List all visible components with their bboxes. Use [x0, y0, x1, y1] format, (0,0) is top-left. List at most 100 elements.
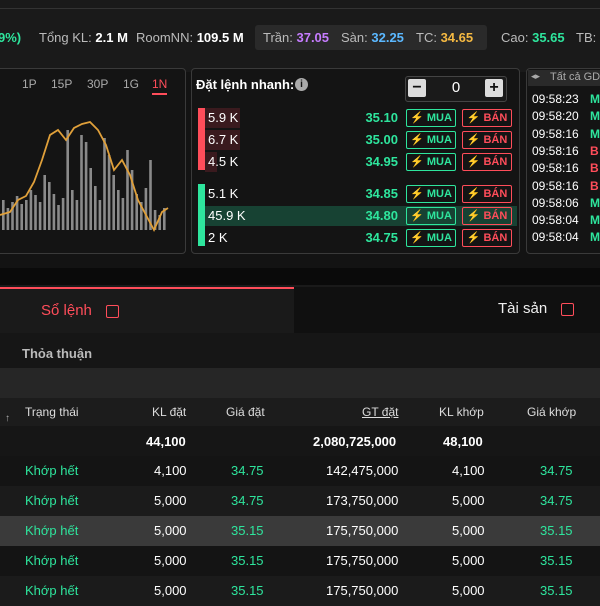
filter-bar [0, 368, 600, 398]
volume-bar [144, 188, 148, 230]
table-row[interactable] [0, 516, 600, 546]
tape-side: B [590, 178, 599, 193]
tab-assets[interactable]: Tài sản [498, 300, 547, 317]
table-row[interactable] [0, 546, 600, 576]
col-status[interactable]: Trạng thái [25, 405, 79, 419]
buy-button[interactable]: ⚡ MUA [406, 153, 456, 171]
reference-price: TC: 34.65 [416, 30, 474, 45]
high-price: Cao: 35.65 [501, 30, 565, 45]
timeframe-1p[interactable]: 1P [22, 77, 37, 91]
matched-price-cell: 35.15 [540, 583, 573, 598]
ask-depth-bar [198, 108, 205, 170]
order-value-cell: 173,750,000 [326, 493, 399, 508]
tape-filter[interactable]: Tất cả GD [550, 71, 600, 83]
timeframe-30p[interactable]: 30P [87, 77, 108, 91]
buy-button[interactable]: ⚡ MUA [406, 185, 456, 203]
volume-bar [71, 190, 74, 230]
order-value-cell: 142,475,000 [326, 463, 399, 478]
tape-side: M [590, 195, 600, 210]
volume-bar [43, 175, 46, 230]
plus-button[interactable]: + [485, 79, 503, 97]
sell-button[interactable]: ⚡ BÁN [462, 229, 512, 247]
volume-bar [149, 160, 152, 230]
ask-volume: 5.9 K [208, 110, 239, 125]
volume-bar [61, 198, 65, 230]
external-link-icon[interactable] [106, 305, 119, 318]
external-link-icon[interactable] [561, 303, 574, 316]
sell-button[interactable]: ⚡ BÁN [462, 185, 512, 203]
quantity-input[interactable]: 0 [432, 79, 480, 96]
tape-time: 09:58:04 [532, 213, 579, 228]
ask-price: 35.00 [365, 132, 398, 147]
volume-bar [48, 182, 51, 230]
ceiling-price: Trần: 37.05 [263, 30, 330, 45]
sell-button[interactable]: ⚡ BÁN [462, 131, 512, 149]
timeframe-1g[interactable]: 1G [123, 77, 139, 91]
scroll-arrows-icon[interactable]: ◂▸ [531, 71, 540, 82]
tape-side: M [590, 213, 600, 228]
status-cell: Khớp hết [25, 523, 79, 538]
buy-button[interactable]: ⚡ MUA [406, 229, 456, 247]
buy-button[interactable]: ⚡ MUA [406, 207, 456, 225]
volume-bar [126, 150, 129, 230]
quick-order-title: Đặt lệnh nhanh: [196, 77, 295, 92]
status-cell: Khớp hết [25, 493, 79, 508]
totals-row [0, 426, 600, 456]
tape-time: 09:58:04 [532, 230, 579, 245]
bid-price: 34.80 [365, 208, 398, 223]
col-matched-qty[interactable]: KL khớp [439, 405, 484, 419]
bid-price: 34.75 [365, 230, 398, 245]
bid-price: 34.85 [365, 186, 398, 201]
sell-button[interactable]: ⚡ BÁN [462, 109, 512, 127]
volume-bar [29, 190, 33, 230]
ask-price: 34.95 [365, 154, 398, 169]
order-value-cell: 175,750,000 [326, 523, 399, 538]
volume-bar [25, 200, 28, 230]
sell-button[interactable]: ⚡ BÁN [462, 207, 512, 225]
col-order-value[interactable]: GT đặt [362, 405, 398, 419]
tape-side: M [590, 109, 600, 124]
timeframe-1n[interactable]: 1N [152, 77, 168, 95]
matched-price-cell: 35.15 [540, 553, 573, 568]
order-price-cell: 35.15 [231, 523, 264, 538]
subtab-negotiated[interactable]: Thỏa thuận [22, 346, 92, 361]
bid-volume: 5.1 K [208, 186, 239, 201]
tape-time: 09:58:16 [532, 126, 579, 141]
matched-qty-cell: 5,000 [452, 553, 485, 568]
matched-qty-cell: 4,100 [452, 463, 485, 478]
total-volume: Tổng KL: 2.1 M [39, 30, 128, 45]
floor-price: Sàn: 32.25 [341, 30, 404, 45]
col-matched-price[interactable]: Giá khớp [527, 405, 576, 419]
status-cell: Khớp hết [25, 553, 79, 568]
minus-button[interactable]: − [408, 79, 426, 97]
timeframe-15p[interactable]: 15P [51, 77, 72, 91]
col-order-qty[interactable]: KL đặt [152, 405, 186, 419]
tape-side: B [590, 143, 599, 158]
section-gap [0, 268, 600, 285]
volume-bar [80, 135, 83, 230]
table-row[interactable] [0, 576, 600, 606]
table-row[interactable] [0, 486, 600, 516]
buy-button[interactable]: ⚡ MUA [406, 109, 456, 127]
tab-orders[interactable]: Sổ lệnh [41, 302, 92, 319]
tape-side: B [590, 161, 599, 176]
sell-button[interactable]: ⚡ BÁN [462, 153, 512, 171]
volume-bar [117, 190, 120, 230]
bid-volume: 2 K [208, 230, 228, 245]
foreign-room: RoomNN: 109.5 M [136, 30, 244, 45]
col-order-price[interactable]: Giá đặt [226, 405, 265, 419]
info-icon[interactable]: i [295, 78, 308, 91]
buy-button[interactable]: ⚡ MUA [406, 131, 456, 149]
divider [0, 8, 600, 9]
table-row[interactable] [0, 456, 600, 486]
matched-price-cell: 34.75 [540, 463, 573, 478]
matched-qty-cell: 5,000 [452, 493, 485, 508]
volume-bar [94, 186, 97, 230]
order-qty-cell: 5,000 [154, 493, 187, 508]
avg-price: TB: [576, 30, 597, 45]
intraday-chart [0, 121, 169, 233]
sort-up-icon[interactable]: ↑ [5, 413, 10, 424]
order-qty-cell: 4,100 [154, 463, 187, 478]
order-qty-cell: 5,000 [154, 523, 187, 538]
total-order-qty: 44,100 [146, 434, 186, 449]
